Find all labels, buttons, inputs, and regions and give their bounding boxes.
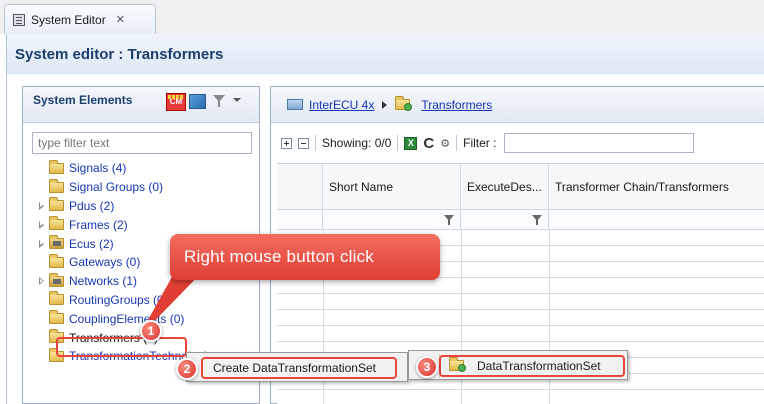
tab-system-editor[interactable]: System Editor ✕ xyxy=(4,4,156,34)
folder-icon xyxy=(49,159,64,174)
step-marker-2: 2 xyxy=(176,358,198,380)
folder-icon xyxy=(395,96,413,111)
toolbar-divider xyxy=(397,135,399,151)
column-header-short-name[interactable]: Short Name xyxy=(323,164,461,209)
showing-count: Showing: 0/0 xyxy=(322,136,392,150)
toolbar-divider xyxy=(456,135,458,151)
folder-icon xyxy=(49,310,64,325)
collapse-all-icon[interactable] xyxy=(298,137,309,149)
image-view-icon[interactable] xyxy=(189,94,206,109)
table-toolbar: Showing: 0/0 X C ⚙ Filter : xyxy=(271,129,764,157)
filter-icon[interactable] xyxy=(444,215,454,225)
expand-arrow-icon[interactable] xyxy=(37,239,47,249)
tree-item-pdus[interactable]: Pdus (2) xyxy=(37,197,257,216)
folder-icon xyxy=(49,216,64,231)
filter-icon[interactable] xyxy=(213,95,225,107)
tree-item-signal-groups[interactable]: Signal Groups (0) xyxy=(37,178,257,197)
expand-arrow-icon[interactable] xyxy=(37,201,47,211)
tree-item-label: Ecus (2) xyxy=(69,236,114,251)
table-header-row: Short Name ExecuteDes... Transformer Cha… xyxy=(277,164,764,210)
breadcrumb-current-link[interactable]: Transformers xyxy=(421,98,492,112)
folder-icon xyxy=(49,178,64,193)
editor-tab-bar: System Editor ✕ xyxy=(0,0,764,34)
context-submenu: DataTransformationSet xyxy=(408,350,628,380)
filter-input[interactable] xyxy=(32,132,252,154)
cm-icon[interactable]: CM xyxy=(166,93,186,111)
breadcrumb: InterECU 4x Transformers xyxy=(271,87,764,123)
excel-export-icon[interactable]: X xyxy=(404,136,418,150)
ecu-folder-icon xyxy=(49,235,64,250)
editor-title: System editor : Transformers xyxy=(15,45,224,63)
folder-icon xyxy=(49,197,64,212)
tab-label: System Editor xyxy=(31,12,106,27)
tree-item-label: Pdus (2) xyxy=(69,198,115,213)
filter-cell xyxy=(277,210,323,229)
link-icon[interactable]: ⚙ xyxy=(440,137,450,150)
open-folder-icon xyxy=(287,99,303,110)
filter-cell[interactable] xyxy=(549,210,764,229)
filter-icon[interactable] xyxy=(532,215,542,225)
close-icon[interactable]: ✕ xyxy=(116,13,125,26)
menu-item-create-data-transformation-set[interactable]: Create DataTransformationSet xyxy=(201,357,397,379)
context-menu: Create DataTransformationSet xyxy=(186,352,408,382)
column-filter-row xyxy=(277,210,764,230)
expand-arrow-icon[interactable] xyxy=(37,220,47,230)
chevron-down-icon[interactable] xyxy=(233,98,241,102)
column-header-row-number xyxy=(277,164,323,209)
folder-icon xyxy=(49,253,64,268)
system-editor-icon xyxy=(13,13,25,26)
column-header-execute-despite[interactable]: ExecuteDes... xyxy=(461,164,549,209)
expand-arrow-icon[interactable] xyxy=(37,276,47,286)
refresh-icon[interactable]: C xyxy=(423,136,434,151)
filter-label: Filter : xyxy=(463,136,497,150)
tree-item-signals[interactable]: Signals (4) xyxy=(37,159,257,178)
callout-text: Right mouse button click xyxy=(184,247,374,266)
filter-cell[interactable] xyxy=(323,210,461,229)
tree-item-label: Signal Groups (0) xyxy=(69,180,164,195)
tree-item-frames[interactable]: Frames (2) xyxy=(37,215,257,234)
folder-icon xyxy=(49,291,64,306)
system-elements-header: System Elements CM xyxy=(23,87,259,123)
step-marker-3: 3 xyxy=(416,356,438,378)
step-marker-1: 1 xyxy=(140,320,162,342)
submenu-item-data-transformation-set[interactable]: DataTransformationSet xyxy=(439,355,625,377)
toolbar-divider xyxy=(315,135,316,151)
tree-item-label: Signals (4) xyxy=(69,161,127,176)
system-elements-title: System Elements xyxy=(33,93,133,107)
tree-item-label: Frames (2) xyxy=(69,217,128,232)
filter-cell[interactable] xyxy=(461,210,549,229)
breadcrumb-root-link[interactable]: InterECU 4x xyxy=(309,98,374,112)
breadcrumb-separator-icon xyxy=(382,100,388,109)
table-filter-input[interactable] xyxy=(504,133,695,153)
column-header-transformer-chain[interactable]: Transformer Chain/Transformers xyxy=(549,164,764,209)
callout-bubble: Right mouse button click xyxy=(170,234,440,280)
network-folder-icon xyxy=(49,272,64,287)
expand-all-icon[interactable] xyxy=(281,137,292,149)
editor-header: System editor : Transformers xyxy=(6,34,764,74)
